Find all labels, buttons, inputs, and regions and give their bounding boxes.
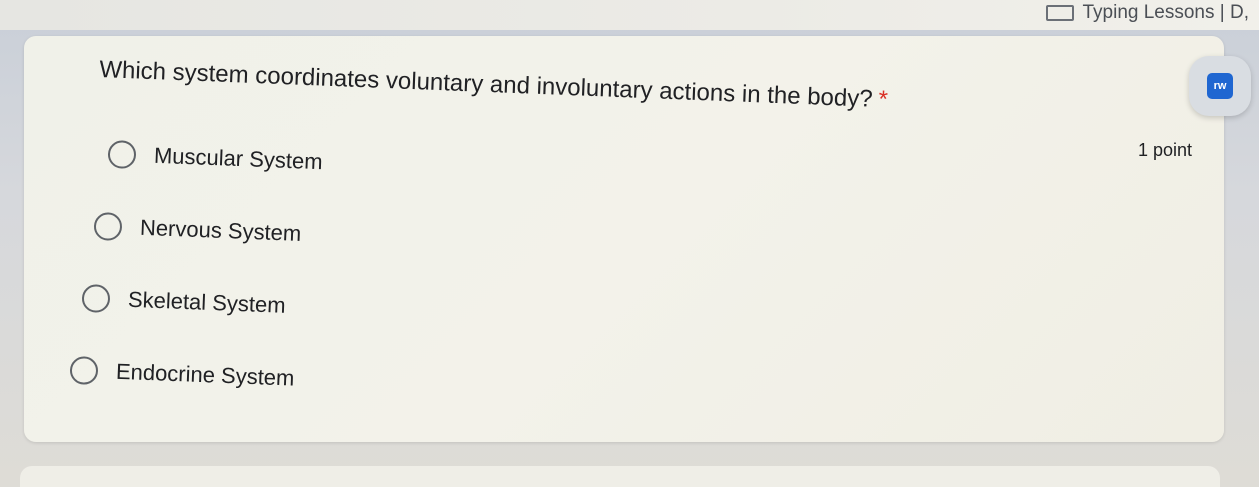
option-skeletal-system[interactable]: Skeletal System	[81, 284, 286, 320]
radio-button[interactable]	[93, 212, 123, 242]
radio-button[interactable]	[81, 284, 111, 314]
bookmark-icon	[1046, 5, 1075, 21]
question-card: Which system coordinates voluntary and i…	[24, 36, 1224, 442]
option-muscular-system[interactable]: Muscular System	[107, 140, 323, 176]
radio-button[interactable]	[69, 356, 99, 386]
extension-icon: rw	[1207, 73, 1233, 99]
option-label: Endocrine System	[115, 358, 295, 391]
option-endocrine-system[interactable]: Endocrine System	[69, 356, 295, 393]
option-label: Skeletal System	[127, 286, 287, 318]
next-question-card	[20, 466, 1220, 487]
option-label: Nervous System	[139, 214, 302, 246]
required-marker: *	[878, 85, 889, 114]
points-label: 1 point	[1137, 140, 1192, 160]
extension-floating-button[interactable]: rw	[1189, 56, 1251, 116]
bookmark-typing-lessons[interactable]: Typing Lessons | D,	[1046, 2, 1249, 24]
bookmark-label: Typing Lessons | D,	[1082, 2, 1249, 23]
question-text: Which system coordinates voluntary and i…	[98, 55, 874, 113]
browser-bookmarks-bar: Typing Lessons | D,	[0, 0, 1259, 30]
question-title: Which system coordinates voluntary and i…	[99, 54, 1099, 124]
option-nervous-system[interactable]: Nervous System	[93, 212, 302, 248]
option-label: Muscular System	[153, 142, 324, 175]
radio-button[interactable]	[107, 140, 137, 170]
